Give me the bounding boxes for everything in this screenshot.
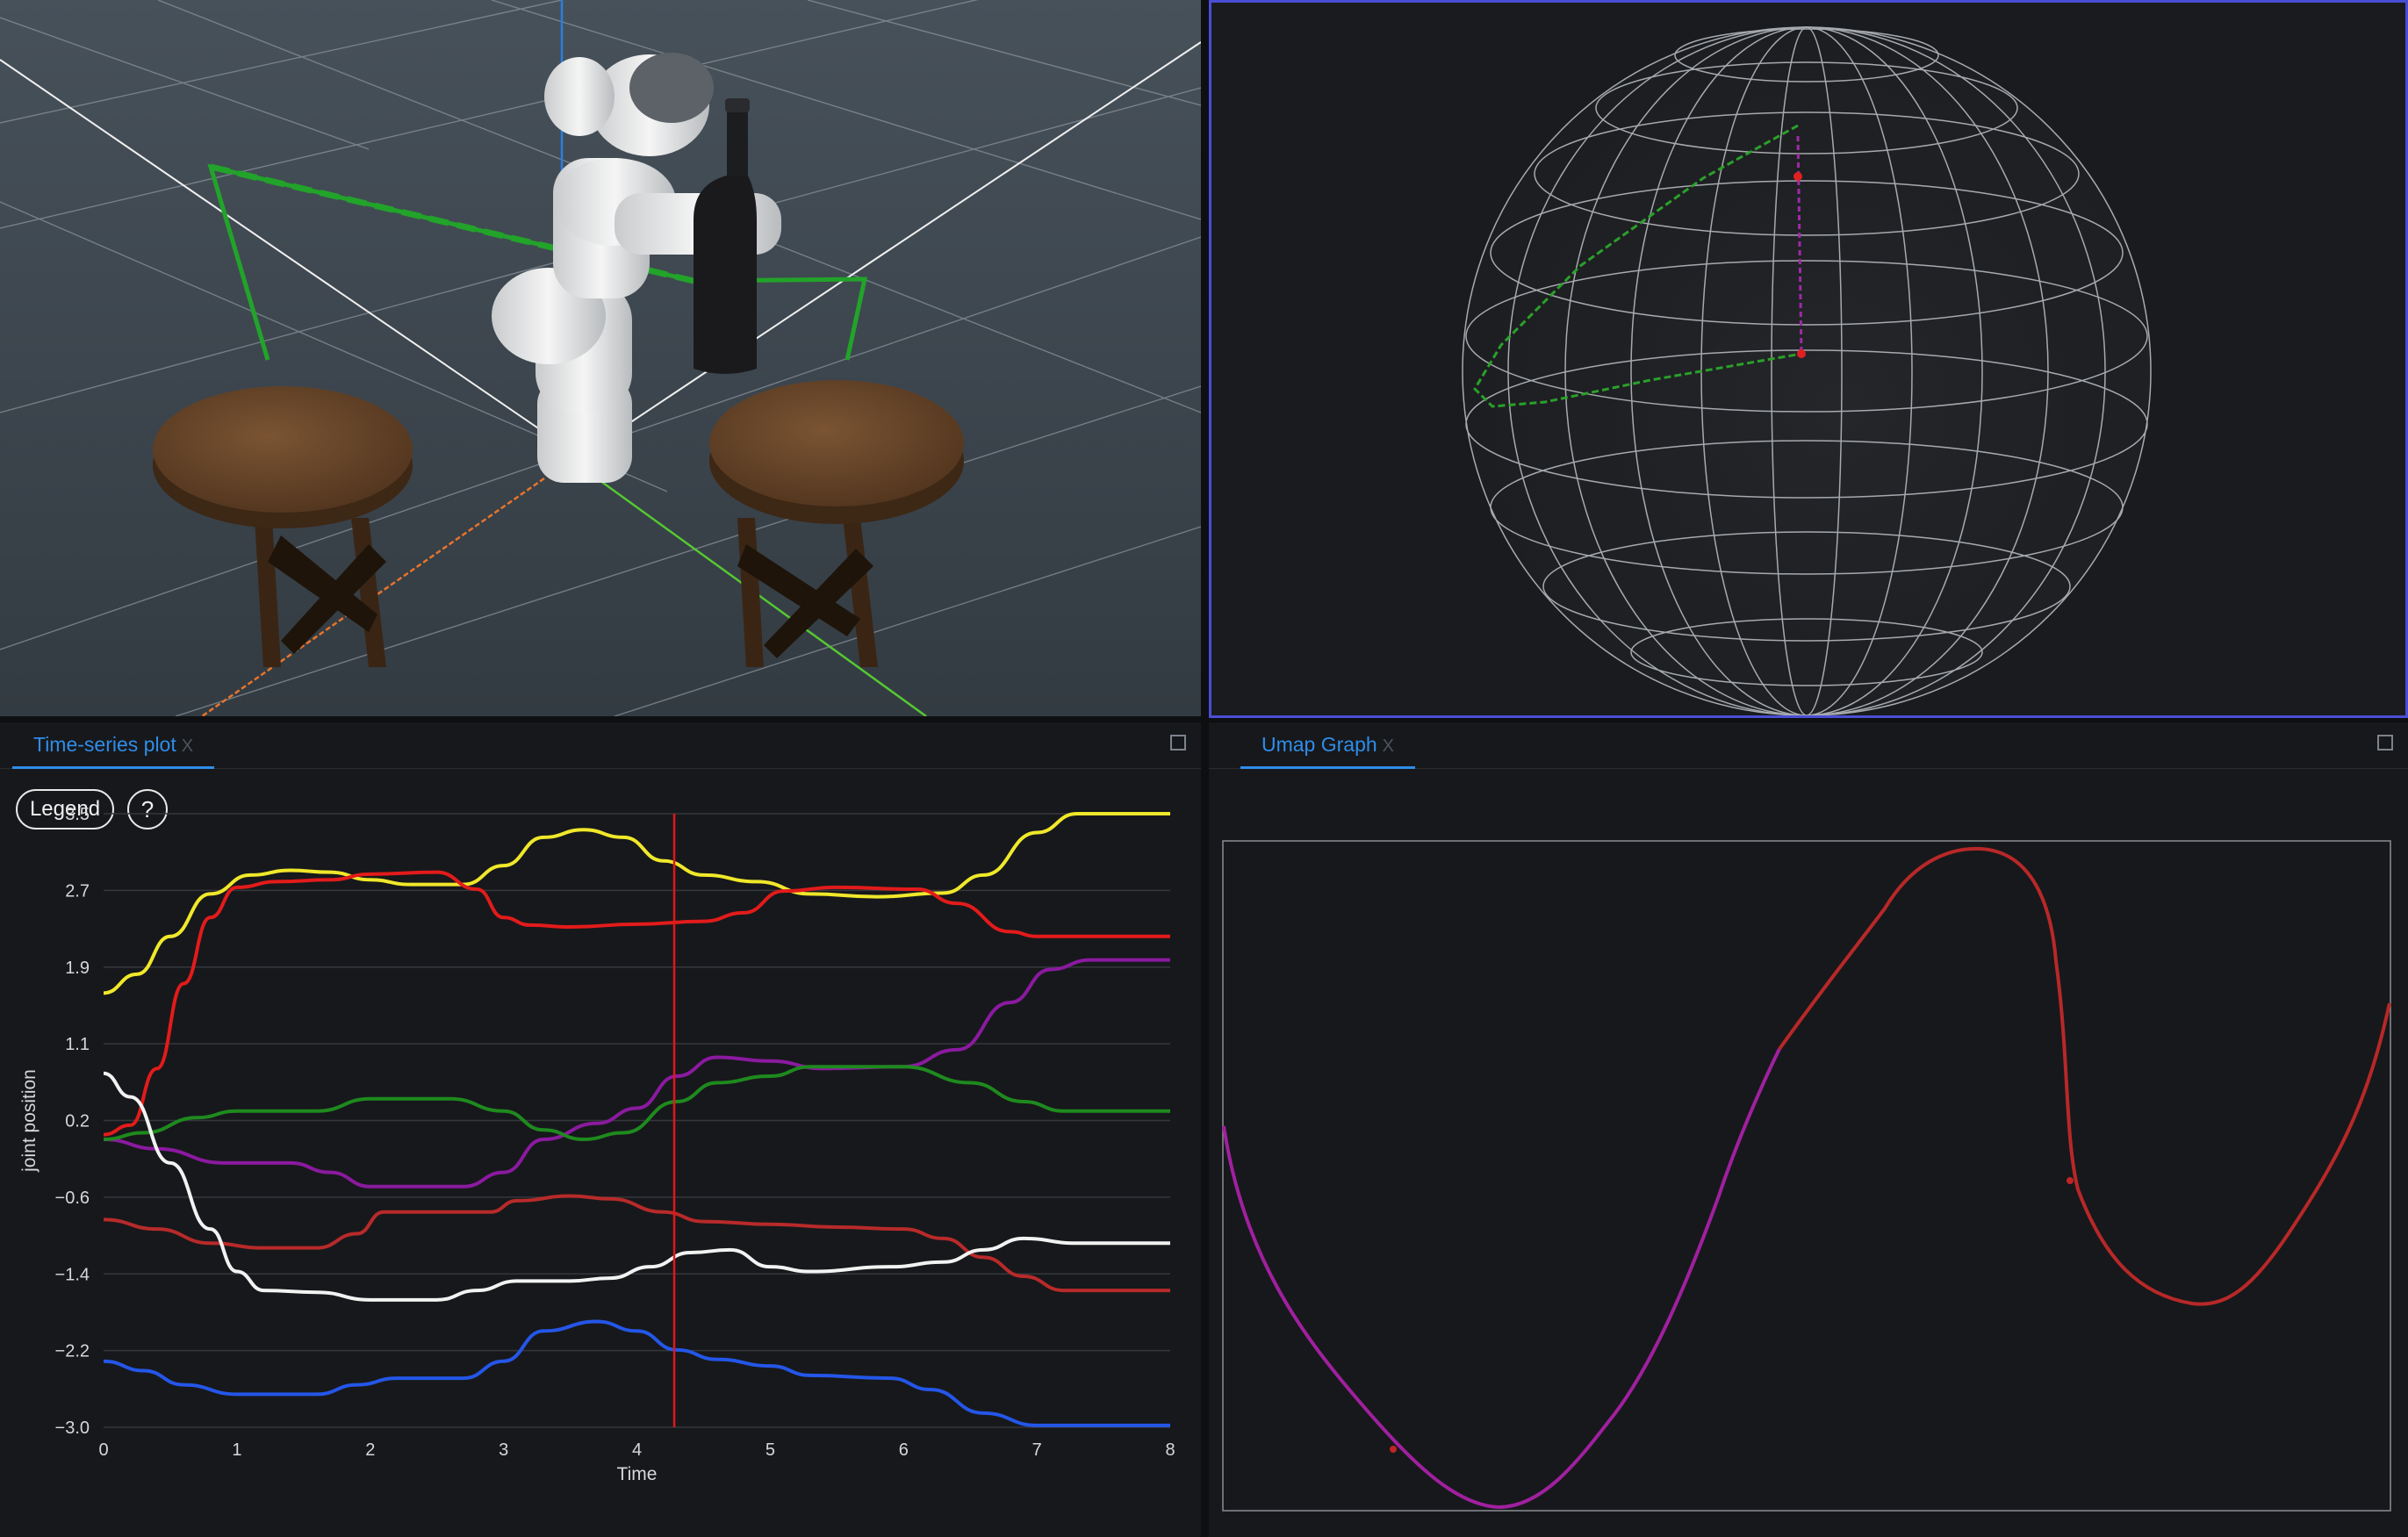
time-series-chart[interactable]: 3.5 2.7 1.9 1.1 0.2 −0.6 −1.4 −2.2 −3.0 0 1 2 3 4 5 6 7… — [0, 782, 1201, 1537]
sphere-3d-viewport[interactable] — [1209, 0, 2408, 718]
sphere-marker — [1797, 349, 1806, 358]
x-tick-label: 3 — [499, 1440, 508, 1460]
umap-graph-canvas[interactable] — [1209, 768, 2408, 1537]
tab-label: Time-series plot — [33, 733, 176, 756]
x-tick-label: 5 — [766, 1440, 775, 1460]
tab-umap-graph[interactable]: Umap Graph X — [1240, 733, 1416, 769]
y-axis-label: joint position — [19, 1069, 40, 1173]
y-tick-label: 1.1 — [65, 1035, 90, 1054]
x-tick-label: 1 — [232, 1440, 241, 1460]
umap-plot-frame — [1222, 840, 2391, 1512]
series-line-6 — [103, 1319, 1170, 1427]
umap-curve-purple — [1222, 1048, 1781, 1510]
tab-label: Umap Graph — [1262, 733, 1377, 756]
series-line-2 — [103, 958, 1170, 1189]
y-tick-label: 1.9 — [65, 959, 90, 978]
wireframe-sphere — [1462, 26, 2152, 715]
y-tick-label: −1.4 — [55, 1265, 90, 1284]
series-line-0 — [103, 812, 1170, 995]
close-tab-icon[interactable]: X — [1383, 736, 1394, 756]
sphere-render[interactable] — [1211, 3, 2405, 715]
umap-curve-red — [1778, 846, 2391, 1306]
y-tick-label: 2.7 — [65, 881, 90, 901]
time-series-tabbar: Time-series plot X — [0, 722, 1201, 769]
y-tick-label: 0.2 — [65, 1112, 90, 1131]
sphere-marker — [1793, 172, 1802, 181]
maximize-panel-icon[interactable] — [1170, 735, 1186, 751]
robot-scene-render[interactable] — [0, 0, 1201, 716]
x-tick-label: 7 — [1032, 1440, 1042, 1460]
chart-gridlines — [104, 813, 1170, 1428]
y-tick-label: −3.0 — [55, 1418, 90, 1438]
x-tick-label: 4 — [632, 1440, 642, 1460]
y-tick-label: −2.2 — [55, 1342, 90, 1361]
series-line-3 — [103, 1065, 1170, 1142]
y-tick-label: 3.5 — [65, 805, 90, 824]
x-tick-label: 6 — [899, 1440, 909, 1460]
y-tick-label: −0.6 — [55, 1189, 90, 1208]
umap-marker — [2067, 1177, 2074, 1184]
y-tick-labels: 3.5 2.7 1.9 1.1 0.2 −0.6 −1.4 −2.2 −3.0 — [55, 805, 90, 1438]
x-axis-label: Time — [617, 1464, 658, 1484]
x-tick-labels: 0 1 2 3 4 5 6 7 8 — [98, 1440, 1175, 1460]
umap-tabbar: Umap Graph X — [1209, 722, 2408, 769]
robot-3d-viewport[interactable] — [0, 0, 1201, 716]
time-series-panel: Time-series plot X Legend ? 3.5 2.7 1.9 1.1 0… — [0, 722, 1201, 1537]
series-line-4 — [103, 1194, 1170, 1293]
x-tick-label: 0 — [98, 1440, 108, 1460]
chart-series — [103, 812, 1170, 1427]
x-tick-label: 8 — [1165, 1440, 1175, 1460]
umap-panel: Umap Graph X — [1209, 722, 2408, 1537]
umap-marker — [1390, 1446, 1397, 1453]
tab-time-series-plot[interactable]: Time-series plot X — [12, 733, 215, 769]
maximize-panel-icon[interactable] — [2377, 735, 2393, 751]
x-tick-label: 2 — [365, 1440, 375, 1460]
close-tab-icon[interactable]: X — [182, 736, 193, 756]
